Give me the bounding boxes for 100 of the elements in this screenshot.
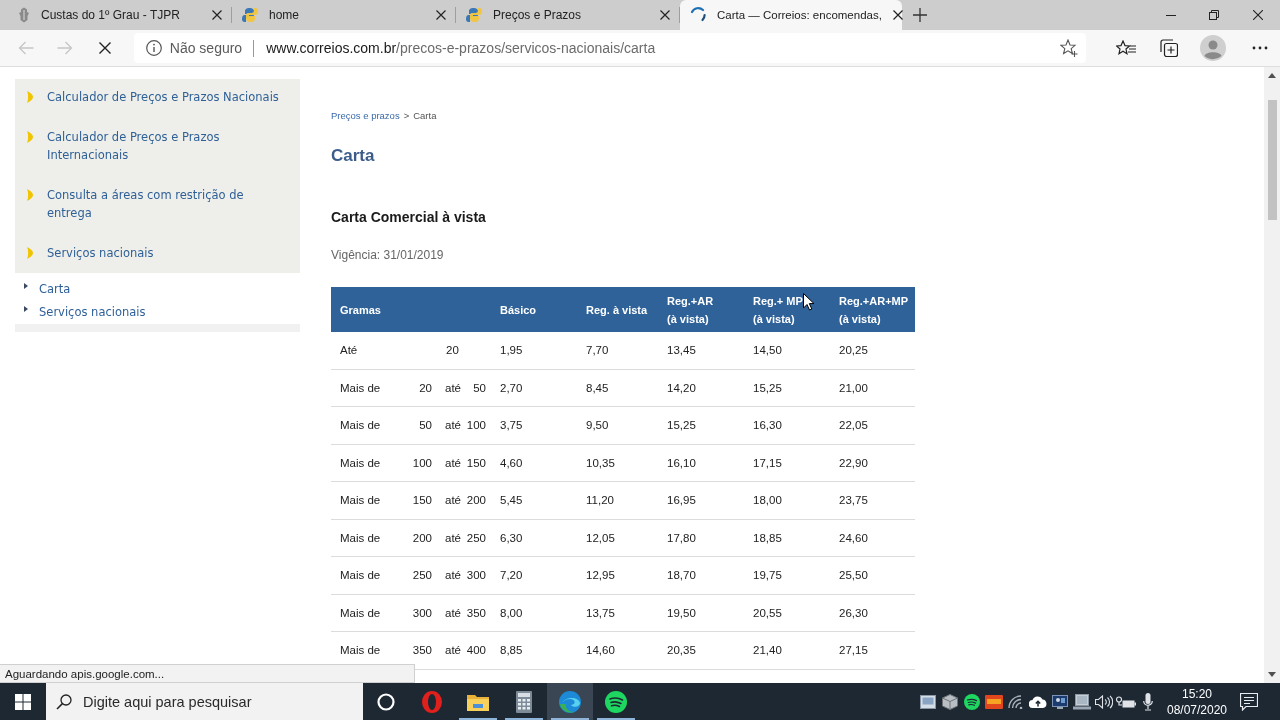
table-cell: 24,60 bbox=[839, 531, 868, 544]
microphone-icon[interactable] bbox=[1143, 692, 1153, 711]
table-cell: 14,60 bbox=[586, 644, 615, 657]
table-cell: 23,75 bbox=[839, 494, 868, 507]
table-cell: Mais de bbox=[340, 531, 381, 544]
star-plus-icon[interactable] bbox=[1060, 39, 1078, 57]
table-cell: 21,40 bbox=[753, 644, 782, 657]
table-cell: Mais de bbox=[340, 644, 381, 657]
sidebar-link[interactable]: Serviços nacionais bbox=[47, 244, 154, 262]
table-cell: 8,00 bbox=[500, 606, 523, 619]
column-header: Reg.+ MP (à vista) bbox=[753, 293, 803, 327]
table-cell: 20,25 bbox=[839, 344, 868, 357]
avatar-icon[interactable] bbox=[1200, 35, 1226, 61]
table-cell: 3,75 bbox=[500, 419, 523, 432]
speaker-icon[interactable] bbox=[1095, 694, 1113, 709]
table-cell: 18,00 bbox=[753, 494, 782, 507]
address-bar[interactable]: Não seguro www.correios.com.br/precos-e-prazos/servicos-nacionais/carta bbox=[133, 33, 1086, 63]
close-icon[interactable] bbox=[212, 10, 222, 20]
table-cell: até bbox=[445, 494, 461, 507]
sidebar-link[interactable]: Calculador de Preços e Prazos Nacionais bbox=[47, 88, 279, 106]
folder-icon bbox=[467, 692, 489, 711]
sound-wave-disc-icon[interactable] bbox=[964, 693, 980, 710]
browser-tab[interactable]: home bbox=[232, 0, 454, 30]
column-header: Básico bbox=[500, 302, 537, 318]
column-header: Gramas bbox=[340, 302, 381, 318]
sound-wave-disc-icon bbox=[605, 690, 627, 713]
table-cell: Mais de bbox=[340, 569, 381, 582]
more-icon[interactable] bbox=[1252, 46, 1268, 50]
table-cell: 6,30 bbox=[500, 531, 523, 544]
screen-icon[interactable] bbox=[920, 694, 936, 709]
table-cell: 20,55 bbox=[753, 606, 782, 619]
table-cell: 20 bbox=[419, 381, 432, 394]
notification-icon[interactable] bbox=[1240, 692, 1258, 711]
table-cell: Até bbox=[340, 344, 358, 357]
browser-tab[interactable]: Preços e Prazos bbox=[456, 0, 678, 30]
column-header: Reg.+AR (à vista) bbox=[667, 293, 714, 327]
table-cell: Mais de bbox=[340, 606, 381, 619]
plug-battery-icon[interactable] bbox=[1116, 695, 1136, 708]
info-icon[interactable] bbox=[145, 40, 162, 56]
table-cell: 150 bbox=[466, 456, 486, 469]
chevron-icon bbox=[27, 91, 33, 103]
wifi-icon[interactable] bbox=[1008, 694, 1024, 709]
table-cell: 17,80 bbox=[667, 531, 696, 544]
windows-logo-icon bbox=[15, 693, 31, 710]
page-title: Carta bbox=[331, 145, 376, 167]
table-cell: 18,85 bbox=[753, 531, 782, 544]
table-cell: 14,50 bbox=[753, 344, 782, 357]
tile-icon[interactable] bbox=[985, 694, 1003, 709]
table-cell: 10,35 bbox=[586, 456, 615, 469]
close-icon[interactable] bbox=[436, 10, 446, 20]
browser-tab[interactable]: Custas do 1º Grau - TJPR bbox=[8, 0, 230, 30]
url-text: www.correios.com.br/precos-e-prazos/servicos-nacionais/carta bbox=[266, 40, 656, 56]
table-cell: 8,85 bbox=[500, 644, 523, 657]
table-cell: 14,20 bbox=[667, 381, 696, 394]
favorites-icon[interactable] bbox=[1116, 40, 1136, 56]
table-cell: 1,95 bbox=[500, 344, 523, 357]
table-cell: 8,45 bbox=[586, 381, 609, 394]
table-cell: 350 bbox=[412, 644, 432, 657]
breadcrumb-link[interactable]: Preços e prazos bbox=[331, 109, 400, 123]
monitor-icon[interactable] bbox=[1052, 694, 1068, 709]
table-cell: 20 bbox=[446, 344, 459, 357]
breadcrumb-separator: > bbox=[403, 109, 410, 123]
column-header: Reg.+AR+MP (à vista) bbox=[839, 293, 909, 327]
taskbar-search-field[interactable]: Digite aqui para pesquisar bbox=[46, 683, 363, 720]
laptop-icon[interactable] bbox=[1073, 693, 1091, 710]
sidebar-link[interactable]: Calculador de Preços e Prazos Internacionais bbox=[47, 128, 286, 164]
table-cell: 22,05 bbox=[839, 419, 868, 432]
restore-icon[interactable] bbox=[1209, 10, 1219, 20]
taskbar-clock[interactable]: 15:20 08/07/2020 bbox=[1159, 683, 1235, 720]
sidebar-link[interactable]: Consulta a áreas com restrição de entrega bbox=[47, 186, 286, 222]
close-icon[interactable] bbox=[892, 10, 903, 20]
scrollbar-thumb[interactable] bbox=[1267, 100, 1277, 220]
two-tone-logo-icon bbox=[242, 7, 258, 23]
sidebar-sublink[interactable]: Carta bbox=[39, 278, 71, 299]
table-cell: 300 bbox=[412, 606, 432, 619]
sidebar-sublink[interactable]: Serviços nacionais bbox=[39, 302, 146, 323]
collections-icon[interactable] bbox=[1160, 39, 1178, 57]
browser-tab[interactable]: Carta — Correios: encomendas, bbox=[680, 0, 902, 30]
table-cell: 20,35 bbox=[667, 644, 696, 657]
bullet-icon bbox=[24, 306, 28, 313]
caret-down-icon[interactable] bbox=[1268, 672, 1276, 677]
security-label: Não seguro bbox=[169, 40, 243, 56]
crest-icon bbox=[18, 7, 30, 23]
table-cell: Mais de bbox=[340, 381, 381, 394]
stop-icon[interactable] bbox=[99, 42, 111, 54]
close-icon[interactable] bbox=[1253, 10, 1263, 20]
box-icon[interactable] bbox=[942, 693, 958, 710]
caret-up-icon[interactable] bbox=[1268, 73, 1276, 78]
close-icon[interactable] bbox=[660, 10, 670, 20]
table-cell: 350 bbox=[466, 606, 486, 619]
cloud-upload-icon[interactable] bbox=[1029, 695, 1047, 708]
table-cell: 4,60 bbox=[500, 456, 523, 469]
table-cell: 21,00 bbox=[839, 381, 868, 394]
mouse-pointer-icon bbox=[803, 293, 815, 311]
plus-icon[interactable] bbox=[913, 8, 927, 22]
loading-spinner-icon bbox=[690, 7, 706, 23]
chevron-icon bbox=[27, 131, 33, 143]
scrollbar[interactable] bbox=[1264, 67, 1280, 683]
minimize-icon[interactable] bbox=[1166, 14, 1176, 16]
table-cell: até bbox=[445, 644, 461, 657]
